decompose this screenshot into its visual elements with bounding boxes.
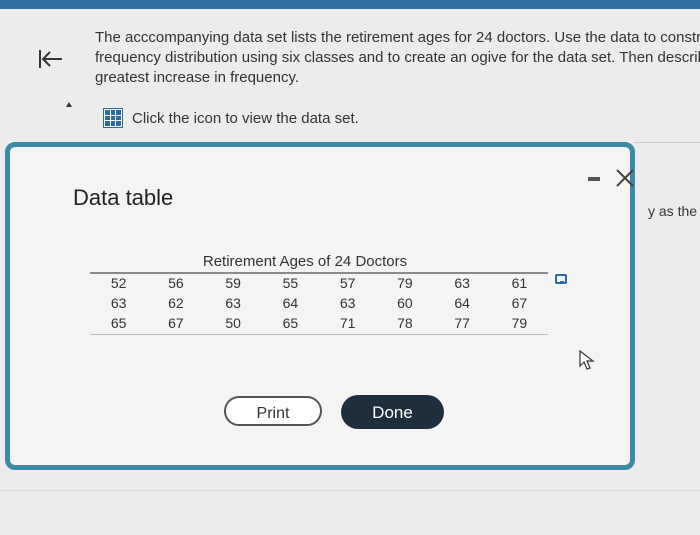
table-cell: 59	[225, 275, 241, 291]
bottom-divider	[0, 490, 700, 491]
dialog-title: Data table	[73, 185, 174, 210]
scroll-up-arrow-icon[interactable]	[66, 102, 72, 107]
table-cell: 63	[339, 295, 356, 311]
data-link-label: Click the icon to view the data set.	[132, 109, 359, 127]
panel-divider	[634, 142, 700, 143]
table-caption: Retirement Ages of 24 Doctors	[202, 253, 408, 270]
table-row: 52 56 59 55 57 79 63 61	[90, 273, 548, 293]
table-cell: 64	[454, 295, 470, 311]
table-cell: 50	[225, 315, 241, 331]
back-to-start-icon[interactable]	[34, 44, 64, 74]
mouse-pointer-icon	[579, 349, 595, 375]
table-cell: 77	[454, 315, 470, 331]
table-cell: 67	[168, 315, 184, 331]
view-data-set-link[interactable]: Click the icon to view the data set.	[103, 108, 359, 128]
copy-data-icon[interactable]	[555, 274, 567, 284]
table-cell: 56	[168, 275, 184, 291]
retirement-ages-table: 52 56 59 55 57 79 63 61 63 62 63 64 63 6…	[90, 273, 548, 333]
table-cell: 63	[110, 295, 127, 311]
print-button[interactable]: Print	[224, 396, 322, 426]
table-cell: 63	[454, 275, 470, 291]
obscured-text-fragment: y as the	[648, 203, 698, 219]
table-cell: 64	[282, 295, 299, 311]
table-cell: 67	[511, 295, 528, 311]
table-cell: 78	[397, 315, 413, 331]
table-cell: 62	[168, 295, 184, 311]
minimize-icon[interactable]	[586, 169, 604, 187]
table-bottom-rule	[90, 334, 548, 335]
table-cell: 55	[282, 275, 299, 291]
table-cell: 63	[225, 295, 241, 311]
data-table-dialog: Data table Retirement Ages of 24 Doctors…	[5, 142, 635, 470]
table-cell: 57	[339, 275, 356, 291]
table-cell: 65	[282, 315, 299, 331]
table-cell: 60	[397, 295, 413, 311]
table-cell: 71	[339, 315, 356, 331]
close-icon[interactable]	[614, 167, 636, 189]
table-row: 65 67 50 65 71 78 77 79	[90, 313, 548, 333]
question-text: The acccompanying data set lists the ret…	[95, 28, 700, 88]
question-line: frequency distribution using six classes…	[95, 49, 700, 66]
table-cell: 65	[110, 315, 127, 331]
table-cell: 61	[511, 275, 528, 291]
top-bar	[0, 0, 700, 9]
table-cell: 52	[110, 275, 127, 291]
table-grid-icon[interactable]	[103, 108, 123, 128]
question-line: The acccompanying data set lists the ret…	[95, 29, 700, 46]
done-button[interactable]: Done	[341, 395, 444, 429]
table-row: 63 62 63 64 63 60 64 67	[90, 293, 548, 313]
table-cell: 79	[397, 275, 413, 291]
table-cell: 79	[511, 315, 528, 331]
question-line: greatest increase in frequency.	[95, 69, 300, 86]
